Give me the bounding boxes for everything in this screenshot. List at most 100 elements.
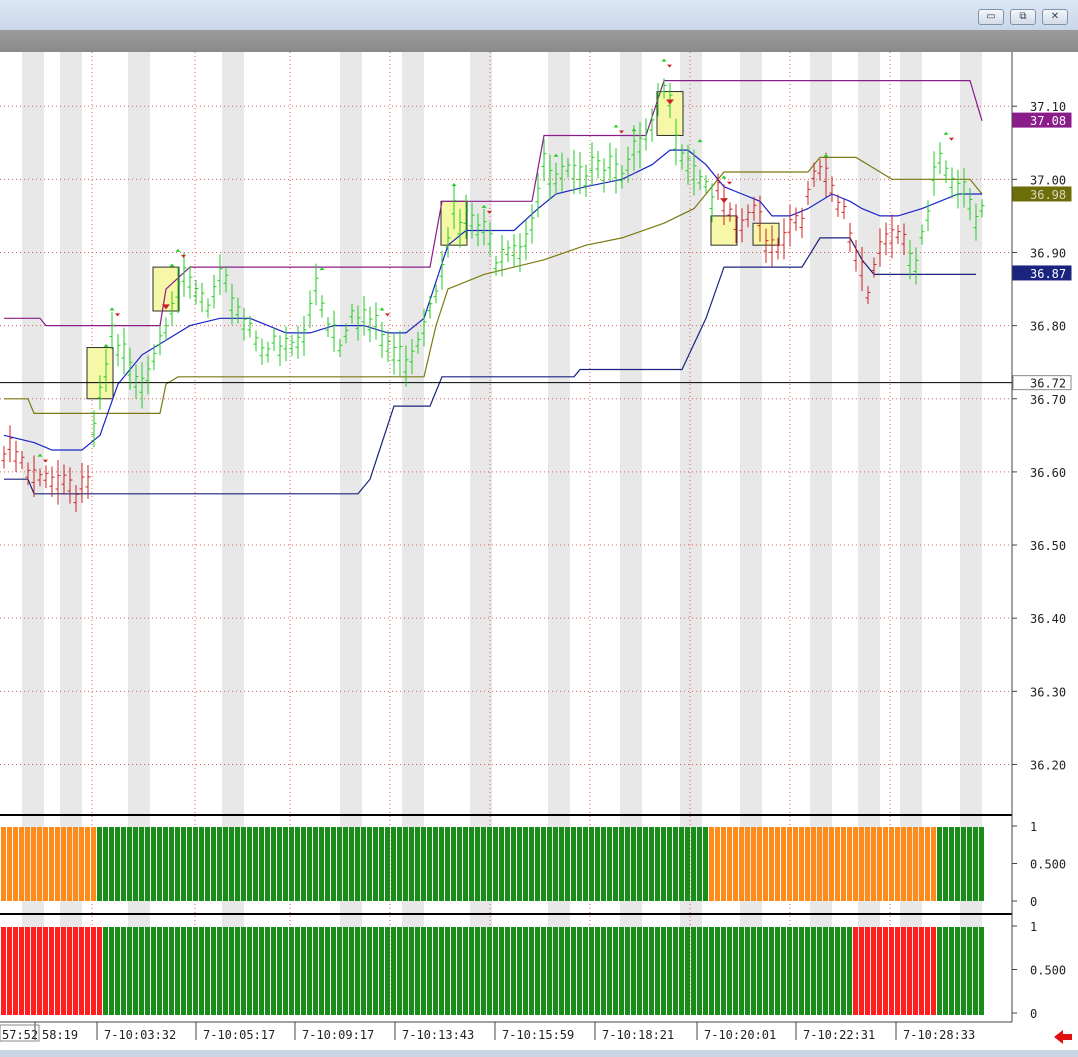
- signal2-bar: [637, 927, 642, 1015]
- signal1-bar: [553, 827, 558, 901]
- signal2-bar: [625, 927, 630, 1015]
- signal2-bar: [391, 927, 396, 1015]
- signal2-bar: [577, 927, 582, 1015]
- signal2-bar: [361, 927, 366, 1015]
- signal1-bar: [973, 827, 978, 901]
- signal1-bar: [391, 827, 396, 901]
- signal1-bar: [523, 827, 528, 901]
- signal2-bar: [649, 927, 654, 1015]
- signal1-bar: [103, 827, 108, 901]
- signal2-bar: [571, 927, 576, 1015]
- signal1-bar: [613, 827, 618, 901]
- signal1-bar: [763, 827, 768, 901]
- signal2-bar: [565, 927, 570, 1015]
- signal2-bar: [415, 927, 420, 1015]
- signal1-bar: [619, 827, 624, 901]
- signal1-bar: [37, 827, 42, 901]
- signal2-bar: [193, 927, 198, 1015]
- signal2-bar: [469, 927, 474, 1015]
- signal2-bar: [859, 927, 864, 1015]
- signal2-bar: [973, 927, 978, 1015]
- signal2-bar: [355, 927, 360, 1015]
- signal2-bar: [523, 927, 528, 1015]
- signal1-bar: [907, 827, 912, 901]
- signal2-bar: [805, 927, 810, 1015]
- signal1-bar: [601, 827, 606, 901]
- signal2-bar: [643, 927, 648, 1015]
- signal1-bar: [889, 827, 894, 901]
- signal2-bar: [1, 927, 6, 1015]
- signal2-bar: [787, 927, 792, 1015]
- signal1-bar: [559, 827, 564, 901]
- signal2-bar: [169, 927, 174, 1015]
- signal2-bar: [367, 927, 372, 1015]
- signal1-bar: [79, 827, 84, 901]
- signal-tick-label: 0: [1030, 1007, 1037, 1021]
- signal2-bar: [337, 927, 342, 1015]
- signal2-bar: [517, 927, 522, 1015]
- signal2-bar: [13, 927, 18, 1015]
- scroll-right-arrow-icon[interactable]: [1052, 1028, 1074, 1046]
- signal1-bar: [253, 827, 258, 901]
- signal1-bar: [739, 827, 744, 901]
- signal1-bar: [1, 827, 6, 901]
- price-tag-label: 37.08: [1030, 114, 1066, 128]
- signal1-bar: [451, 827, 456, 901]
- signal1-bar: [277, 827, 282, 901]
- minimize-button[interactable]: ▭: [978, 9, 1004, 25]
- window-titlebar: ▭ ⧉ ✕: [0, 0, 1078, 30]
- signal1-bar: [571, 827, 576, 901]
- signal1-bar: [667, 827, 672, 901]
- signal2-bar: [727, 927, 732, 1015]
- signal2-bar: [493, 927, 498, 1015]
- signal1-bar: [163, 827, 168, 901]
- signal2-bar: [823, 927, 828, 1015]
- signal1-bar: [457, 827, 462, 901]
- signal2-bar: [37, 927, 42, 1015]
- signal2-bar: [445, 927, 450, 1015]
- signal1-bar: [925, 827, 930, 901]
- signal1-bar: [547, 827, 552, 901]
- close-button[interactable]: ✕: [1042, 9, 1068, 25]
- signal1-bar: [265, 827, 270, 901]
- signal2-bar: [583, 927, 588, 1015]
- signal2-bar: [715, 927, 720, 1015]
- signal1-bar: [349, 827, 354, 901]
- signal2-bar: [307, 927, 312, 1015]
- signal2-bar: [595, 927, 600, 1015]
- signal1-bar: [715, 827, 720, 901]
- signal1-bar: [583, 827, 588, 901]
- signal1-bar: [19, 827, 24, 901]
- signal1-bar: [25, 827, 30, 901]
- signal1-bar: [685, 827, 690, 901]
- signal1-bar: [313, 827, 318, 901]
- signal2-bar: [949, 927, 954, 1015]
- signal1-bar: [793, 827, 798, 901]
- y-tick-label: 36.70: [1030, 393, 1066, 407]
- signal2-bar: [709, 927, 714, 1015]
- signal1-bar: [31, 827, 36, 901]
- signal1-bar: [769, 827, 774, 901]
- signal2-bar: [73, 927, 78, 1015]
- signal1-bar: [7, 827, 12, 901]
- x-tick-label: 7-10:09:17: [302, 1028, 374, 1042]
- signal2-bar: [721, 927, 726, 1015]
- signal1-bar: [589, 827, 594, 901]
- chart-canvas[interactable]: 37.10 37.00 36.90 36.80 36.70 36.60 36.50 36.40…: [0, 52, 1078, 1050]
- restore-button[interactable]: ⧉: [1010, 9, 1036, 25]
- signal1-bar: [871, 827, 876, 901]
- signal1-bar: [757, 827, 762, 901]
- signal2-bar: [817, 927, 822, 1015]
- signal1-bar: [733, 827, 738, 901]
- signal1-bar: [355, 827, 360, 901]
- signal1-bar: [643, 827, 648, 901]
- price-tag-label: 36.87: [1030, 267, 1066, 281]
- signal1-bar: [145, 827, 150, 901]
- signal1-bar: [541, 827, 546, 901]
- signal2-bar: [403, 927, 408, 1015]
- minimize-icon: ▭: [986, 11, 996, 22]
- x-tick-label: 7-10:20:01: [704, 1028, 776, 1042]
- signal1-bar: [151, 827, 156, 901]
- signal1-bar: [955, 827, 960, 901]
- price-tag-label: 36.72: [1030, 377, 1066, 391]
